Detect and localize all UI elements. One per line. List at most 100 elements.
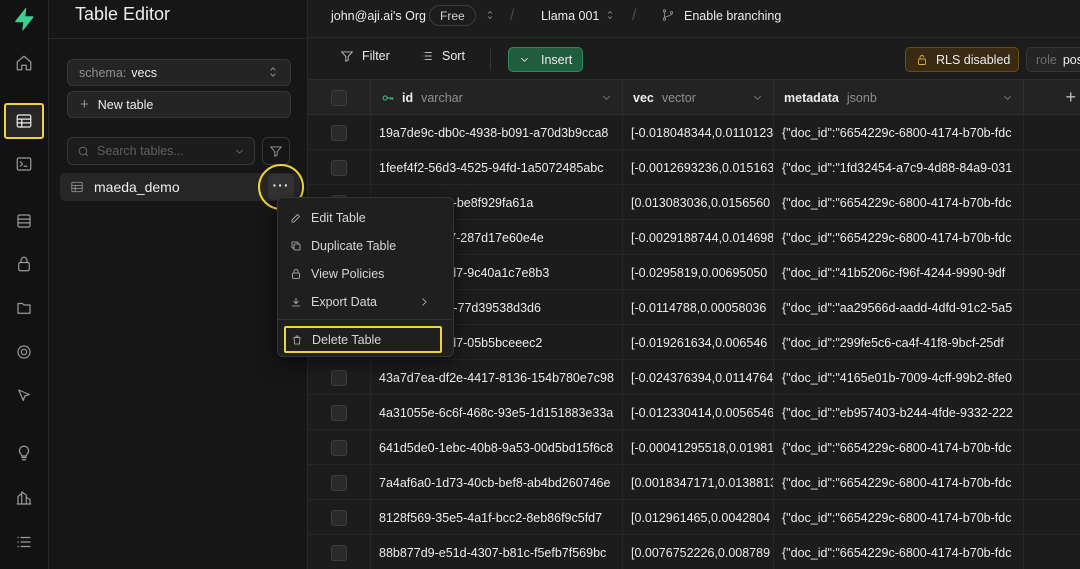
cell-vec[interactable]: [-0.0295819,0.00695050 — [623, 255, 774, 290]
role-selector[interactable]: role pos — [1026, 47, 1080, 72]
table-row[interactable]: 1feef4f2-56d3-4525-94fd-1a5072485abc [-0.… — [308, 150, 1080, 185]
search-tables-field[interactable] — [67, 137, 255, 165]
row-select-cell — [308, 395, 371, 430]
logs-list-icon[interactable] — [9, 527, 39, 557]
table-editor-icon[interactable] — [4, 103, 44, 139]
chevron-down-icon[interactable] — [752, 92, 763, 103]
menu-item-edit-table[interactable]: Edit Table — [278, 205, 455, 231]
cell-metadata[interactable]: {"doc_id":"6654229c-6800-4174-b70b-fdc — [774, 535, 1024, 569]
cell-id[interactable]: 4a31055e-6c6f-468c-93e5-1d151883e33a — [371, 395, 623, 430]
menu-item-export-data[interactable]: Export Data — [278, 289, 455, 315]
column-header-id[interactable]: id varchar — [371, 80, 623, 115]
filter-tables-button[interactable] — [262, 137, 290, 165]
filter-button[interactable]: Filter — [340, 49, 390, 63]
advisors-lightbulb-icon[interactable] — [9, 438, 39, 468]
rls-disabled-button[interactable]: RLS disabled — [905, 47, 1019, 72]
cell-vec[interactable]: [0.013083036,0.0156560 — [623, 185, 774, 220]
cell-metadata[interactable]: {"doc_id":"41b5206c-f96f-4244-9990-9df — [774, 255, 1024, 290]
row-checkbox[interactable] — [331, 124, 347, 141]
cell-metadata[interactable]: {"doc_id":"6654229c-6800-4174-b70b-fdc — [774, 465, 1024, 500]
auth-lock-icon[interactable] — [9, 249, 39, 279]
row-checkbox[interactable] — [331, 159, 347, 176]
table-row[interactable]: 641d5de0-1ebc-40b8-9a53-00d5bd15f6c8 [-0.… — [308, 430, 1080, 465]
cell-id[interactable]: 88b877d9-e51d-4307-b81c-f5efb7f569bc — [371, 535, 623, 569]
row-select-cell — [308, 150, 371, 185]
git-branch-icon — [662, 9, 674, 21]
home-icon[interactable] — [9, 48, 39, 78]
chevron-updown-icon — [270, 67, 276, 77]
cell-vec[interactable]: [-0.0029188744,0.014698 — [623, 220, 774, 255]
edge-functions-icon[interactable] — [9, 381, 39, 411]
cell-metadata[interactable]: {"doc_id":"6654229c-6800-4174-b70b-fdc — [774, 220, 1024, 255]
cell-id[interactable]: 19a7de9c-db0c-4938-b091-a70d3b9cca8 — [371, 115, 623, 150]
cell-id[interactable]: 1feef4f2-56d3-4525-94fd-1a5072485abc — [371, 150, 623, 185]
edit-icon — [291, 213, 301, 223]
table-row[interactable]: 88b877d9-e51d-4307-b81c-f5efb7f569bc [0.0… — [308, 535, 1080, 569]
cell-vec[interactable]: [0.0018347171,0.0138813 — [623, 465, 774, 500]
cell-id[interactable]: 8128f569-35e5-4a1f-bcc2-8eb86f9c5fd7 — [371, 500, 623, 535]
column-header-metadata[interactable]: metadata jsonb — [774, 80, 1024, 115]
cell-vec[interactable]: [-0.018048344,0.0110123 — [623, 115, 774, 150]
cell-id[interactable]: 7a4af6a0-1d73-40cb-bef8-ab4bd260746e — [371, 465, 623, 500]
row-checkbox[interactable] — [331, 439, 347, 456]
supabase-logo-icon[interactable] — [9, 4, 39, 34]
project-switcher-icon[interactable] — [604, 9, 616, 21]
column-name: metadata — [784, 90, 839, 105]
menu-divider — [278, 319, 453, 320]
cell-metadata[interactable]: {"doc_id":"aa29566d-aadd-4dfd-91c2-5a5 — [774, 290, 1024, 325]
cell-vec[interactable]: [0.012961465,0.0042804 — [623, 500, 774, 535]
cell-metadata[interactable]: {"doc_id":"eb957403-b244-4fde-9332-222 — [774, 395, 1024, 430]
row-checkbox[interactable] — [331, 404, 347, 421]
row-checkbox[interactable] — [331, 544, 347, 561]
row-checkbox[interactable] — [331, 474, 347, 491]
table-row[interactable]: 43a7d7ea-df2e-4417-8136-154b780e7c98 [-0.… — [308, 360, 1080, 395]
cell-vec[interactable]: [-0.024376394,0.0114764 — [623, 360, 774, 395]
chevron-down-icon[interactable] — [601, 92, 612, 103]
cell-vec[interactable]: [-0.0012693236,0.015163 — [623, 150, 774, 185]
enable-branching-button[interactable]: Enable branching — [684, 9, 781, 23]
sql-editor-icon[interactable] — [9, 149, 39, 179]
row-checkbox[interactable] — [331, 509, 347, 526]
org-name[interactable]: john@aji.ai's Org — [331, 9, 426, 23]
table-row[interactable]: 8128f569-35e5-4a1f-bcc2-8eb86f9c5fd7 [0.0… — [308, 500, 1080, 535]
cell-metadata[interactable]: {"doc_id":"6654229c-6800-4174-b70b-fdc — [774, 430, 1024, 465]
reports-icon[interactable] — [9, 483, 39, 513]
cell-id[interactable]: 641d5de0-1ebc-40b8-9a53-00d5bd15f6c8 — [371, 430, 623, 465]
cell-id[interactable]: 43a7d7ea-df2e-4417-8136-154b780e7c98 — [371, 360, 623, 395]
table-row[interactable]: 7a4af6a0-1d73-40cb-bef8-ab4bd260746e [0.0… — [308, 465, 1080, 500]
cell-vec[interactable]: [-0.012330414,0.0056546 — [623, 395, 774, 430]
project-name[interactable]: Llama 001 — [541, 9, 599, 23]
search-tables-input[interactable] — [97, 144, 227, 158]
org-switcher-icon[interactable] — [484, 9, 496, 21]
cell-vec[interactable]: [-0.00041295518,0.01981 — [623, 430, 774, 465]
add-column-button[interactable]: + — [1024, 80, 1080, 115]
sort-button[interactable]: Sort — [420, 49, 465, 63]
cell-metadata[interactable]: {"doc_id":"4165e01b-7009-4cff-99b2-8fe0 — [774, 360, 1024, 395]
cell-vec[interactable]: [-0.019261634,0.006546 — [623, 325, 774, 360]
cell-metadata[interactable]: {"doc_id":"6654229c-6800-4174-b70b-fdc — [774, 500, 1024, 535]
realtime-icon[interactable] — [9, 337, 39, 367]
cell-metadata[interactable]: {"doc_id":"6654229c-6800-4174-b70b-fdc — [774, 185, 1024, 220]
chevron-down-icon[interactable] — [1002, 92, 1013, 103]
cell-metadata[interactable]: {"doc_id":"1fd32454-a7c9-4d88-84a9-031 — [774, 150, 1024, 185]
select-all-checkbox[interactable] — [331, 89, 347, 106]
cell-metadata[interactable]: {"doc_id":"6654229c-6800-4174-b70b-fdc — [774, 115, 1024, 150]
cell-vec[interactable]: [-0.0114788,0.00058036 — [623, 290, 774, 325]
new-table-button[interactable]: + New table — [67, 91, 291, 118]
row-checkbox[interactable] — [331, 369, 347, 386]
cell-metadata[interactable]: {"doc_id":"299fe5c6-ca4f-41f8-9bcf-25df — [774, 325, 1024, 360]
menu-item-delete-table[interactable]: Delete Table — [284, 326, 442, 353]
column-header-vec[interactable]: vec vector — [623, 80, 774, 115]
menu-item-view-policies[interactable]: View Policies — [278, 261, 455, 287]
insert-button[interactable]: Insert — [508, 47, 583, 72]
breadcrumb-separator: / — [510, 7, 515, 24]
table-row[interactable]: 19a7de9c-db0c-4938-b091-a70d3b9cca8 [-0.0… — [308, 115, 1080, 150]
schema-value: vecs — [131, 65, 157, 80]
schema-selector[interactable]: schema: vecs — [67, 59, 291, 86]
storage-icon[interactable] — [9, 293, 39, 323]
chevron-down-icon[interactable] — [233, 145, 246, 158]
table-row[interactable]: 4a31055e-6c6f-468c-93e5-1d151883e33a [-0.… — [308, 395, 1080, 430]
cell-vec[interactable]: [0.0076752226,0.008789 — [623, 535, 774, 569]
menu-item-duplicate-table[interactable]: Duplicate Table — [278, 233, 455, 259]
database-icon[interactable] — [9, 206, 39, 236]
